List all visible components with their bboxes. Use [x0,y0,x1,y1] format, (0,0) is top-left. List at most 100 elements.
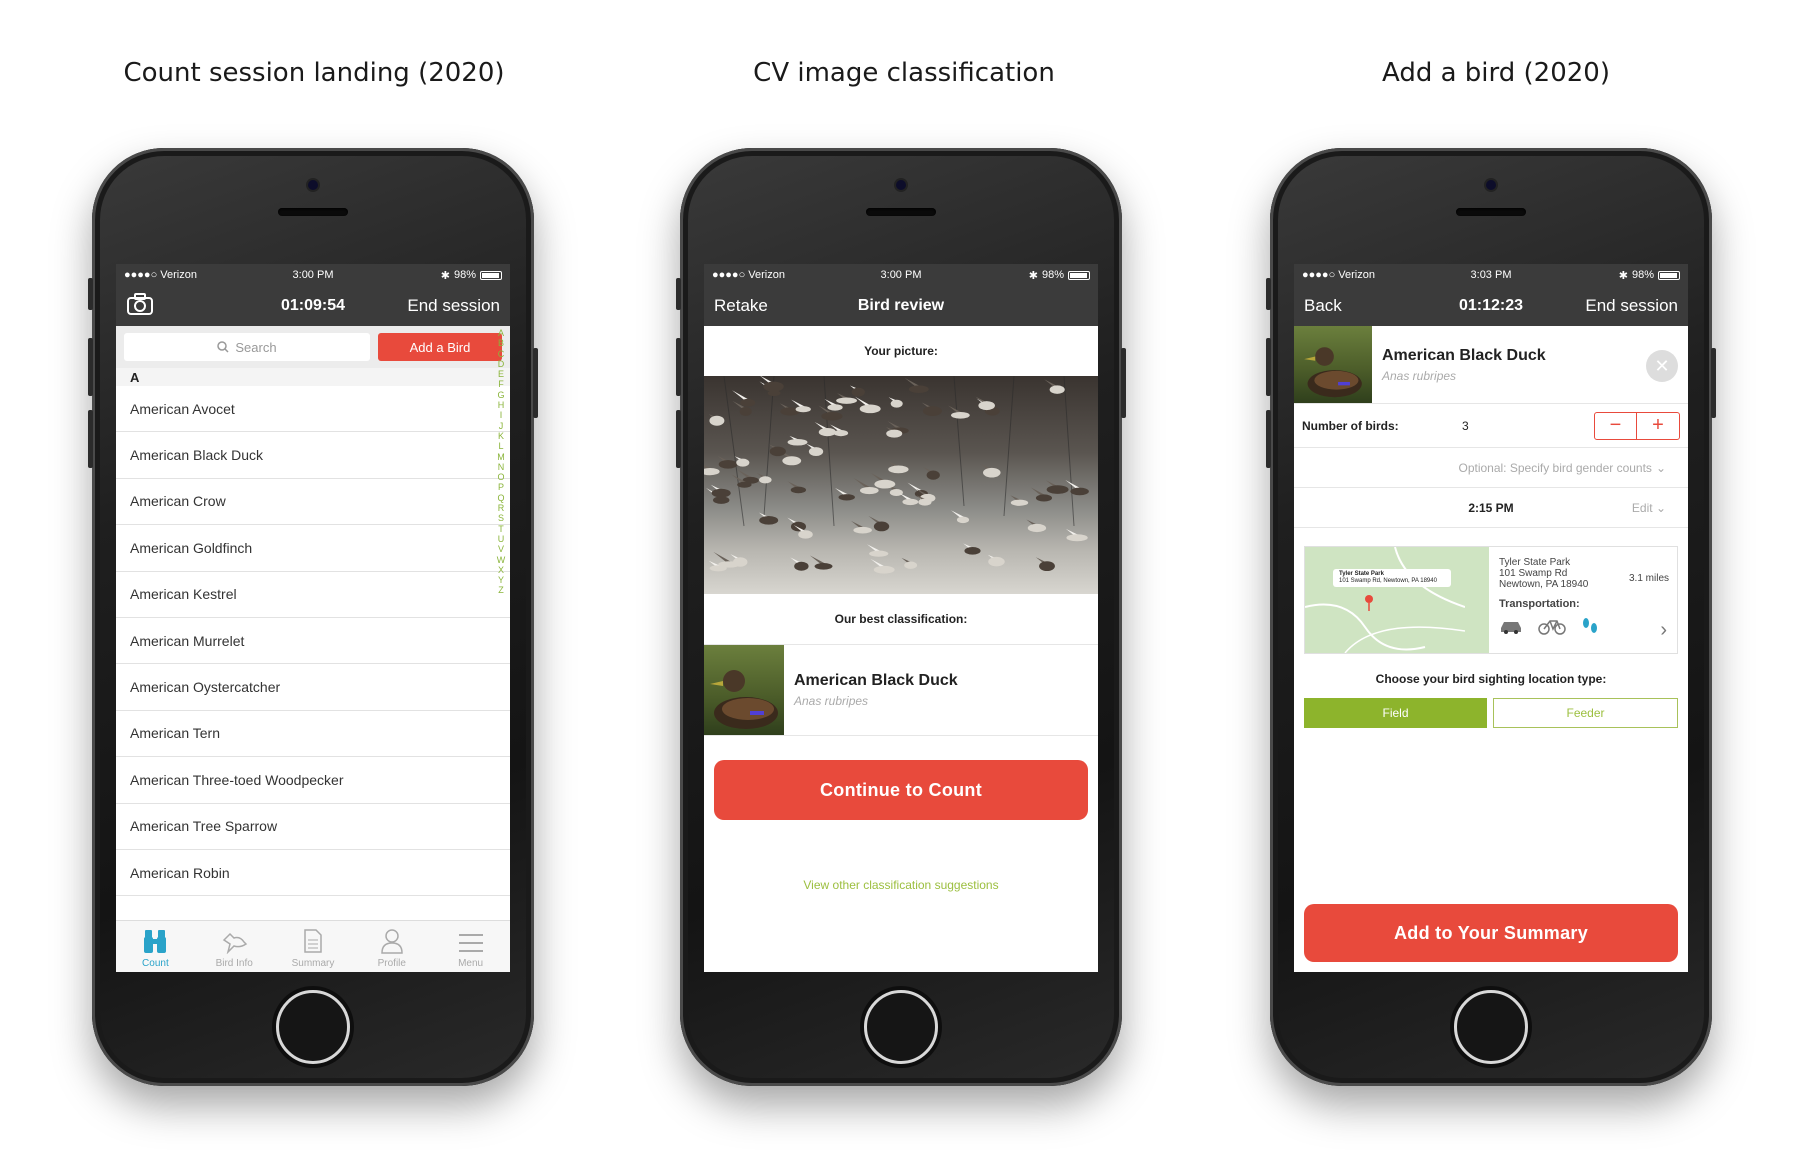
status-bar: ●●●●○ Verizon 3:00 PM ✱ 98% [704,264,1098,286]
time-value: 2:15 PM [1468,500,1514,515]
alphabet-letter[interactable]: G [496,390,506,400]
duck-shape [806,443,824,457]
location-card[interactable]: Tyler State Park 101 Swamp Rd, Newtown, … [1304,546,1678,654]
alphabet-letter[interactable]: P [496,482,506,492]
alphabet-letter[interactable]: F [496,379,506,389]
tab-summary-label: Summary [291,958,335,969]
alphabet-letter[interactable]: Y [496,575,506,585]
phone-frame-1: ●●●●○ Verizon 3:00 PM ✱ 98% 01:09:54 End … [88,148,538,1086]
alphabet-letter[interactable]: I [496,410,506,420]
alphabet-letter[interactable]: M [496,452,506,462]
list-item[interactable]: American Black Duck [116,432,510,479]
chevron-right-icon[interactable]: › [1660,619,1667,642]
duck-shape [790,557,809,571]
chevron-down-icon: ⌄ [1655,500,1666,515]
map-pin-callout[interactable]: Tyler State Park 101 Swamp Rd, Newtown, … [1333,569,1451,587]
alphabet-letter[interactable]: X [496,565,506,575]
alphabet-index[interactable]: ABCDEFGHIJKLMNOPQRSTUVWXYZ [496,328,506,596]
duck-shape [888,397,903,408]
decrement-button[interactable]: − [1595,412,1637,439]
search-input[interactable]: Search [124,333,370,361]
binoculars-icon [144,930,167,953]
alphabet-letter[interactable]: H [496,400,506,410]
tab-menu[interactable]: Menu [431,921,510,972]
view-suggestions-link[interactable]: View other classification suggestions [704,878,1098,892]
time-row: 2:15 PM Edit ⌄ [1294,488,1688,528]
alphabet-letter[interactable]: Z [496,585,506,595]
continue-to-count-button[interactable]: Continue to Count [714,760,1088,820]
alphabet-letter[interactable]: Q [496,493,506,503]
nav-bar: 01:09:54 End session [116,286,510,326]
alphabet-letter[interactable]: L [496,441,506,451]
location-type-label: Choose your bird sighting location type: [1375,672,1607,686]
add-bird-button[interactable]: Add a Bird [378,333,502,361]
list-item[interactable]: American Tern [116,711,510,758]
selected-bird-row: American Black Duck Anas rubripes ✕ [1294,326,1688,404]
home-button[interactable] [276,990,350,1064]
count-value: 3 [1462,418,1469,433]
map-view[interactable]: Tyler State Park 101 Swamp Rd, Newtown, … [1305,547,1489,653]
alphabet-letter[interactable]: T [496,524,506,534]
session-timer: 01:09:54 [280,297,346,314]
location-info: Tyler State Park 101 Swamp Rd Newtown, P… [1489,547,1677,653]
list-item[interactable]: American Murrelet [116,618,510,665]
alphabet-letter[interactable]: V [496,544,506,554]
alphabet-letter[interactable]: E [496,369,506,379]
close-icon[interactable]: ✕ [1646,350,1678,382]
alphabet-letter[interactable]: C [496,349,506,359]
list-item[interactable]: American Robin [116,850,510,897]
alphabet-letter[interactable]: R [496,503,506,513]
add-to-summary-button[interactable]: Add to Your Summary [1304,904,1678,962]
duck-shape [787,517,807,532]
screen-bird-review: ●●●●○ Verizon 3:00 PM ✱ 98% Retake Bird r… [704,264,1098,972]
alphabet-letter[interactable]: B [496,338,506,348]
list-item[interactable]: American Crow [116,479,510,526]
retake-button[interactable]: Retake [714,296,768,316]
tab-bird-info[interactable]: Bird Info [195,921,274,972]
tab-count[interactable]: Count [116,921,195,972]
battery-label: 98% [1631,269,1654,281]
list-item[interactable]: American Avocet [116,386,510,433]
end-session-button[interactable]: End session [407,296,500,316]
alphabet-letter[interactable]: S [496,513,506,523]
duck-shape [975,396,995,411]
gender-row[interactable]: Optional: Specify bird gender counts ⌄ [1294,448,1688,488]
tab-summary[interactable]: Summary [274,921,353,972]
carrier-label: ●●●●○ Verizon [1302,269,1375,281]
list-item[interactable]: American Tree Sparrow [116,804,510,850]
map-pin-address: 101 Swamp Rd, Newtown, PA 18940 [1339,578,1437,584]
home-button[interactable] [1454,990,1528,1064]
home-button[interactable] [864,990,938,1064]
increment-button[interactable]: + [1637,413,1679,439]
alphabet-letter[interactable]: N [496,462,506,472]
duck-shape [769,444,786,457]
map-pin-title: Tyler State Park [1339,571,1384,577]
list-item[interactable]: American Oystercatcher [116,664,510,711]
alphabet-letter[interactable]: A [496,328,506,338]
alphabet-letter[interactable]: O [496,472,506,482]
quantity-stepper: − + [1594,411,1680,440]
feeder-option[interactable]: Feeder [1493,698,1678,728]
count-row: Number of birds: 3 − + [1294,404,1688,448]
duck-shape [923,467,940,480]
footprints-icon[interactable] [1581,616,1599,636]
camera-icon[interactable] [126,292,154,321]
tab-bar: Count Bird Info Summary Profile Menu [116,920,510,972]
alphabet-letter[interactable]: U [496,534,506,544]
bicycle-icon[interactable] [1537,617,1567,635]
car-icon[interactable] [1499,618,1523,634]
alphabet-letter[interactable]: J [496,421,506,431]
end-session-button[interactable]: End session [1585,296,1678,316]
alphabet-letter[interactable]: W [496,555,506,565]
classification-result[interactable]: American Black Duck Anas rubripes [704,644,1098,736]
menu-icon [458,934,483,952]
list-item[interactable]: American Three-toed Woodpecker [116,757,510,804]
list-item[interactable]: American Kestrel [116,572,510,618]
list-item[interactable]: American Goldfinch [116,525,510,572]
tab-profile[interactable]: Profile [352,921,431,972]
alphabet-letter[interactable]: D [496,359,506,369]
field-option[interactable]: Field [1304,698,1487,728]
alphabet-letter[interactable]: K [496,431,506,441]
back-button[interactable]: Back [1304,296,1342,316]
edit-time-button[interactable]: Edit ⌄ [1632,501,1666,515]
